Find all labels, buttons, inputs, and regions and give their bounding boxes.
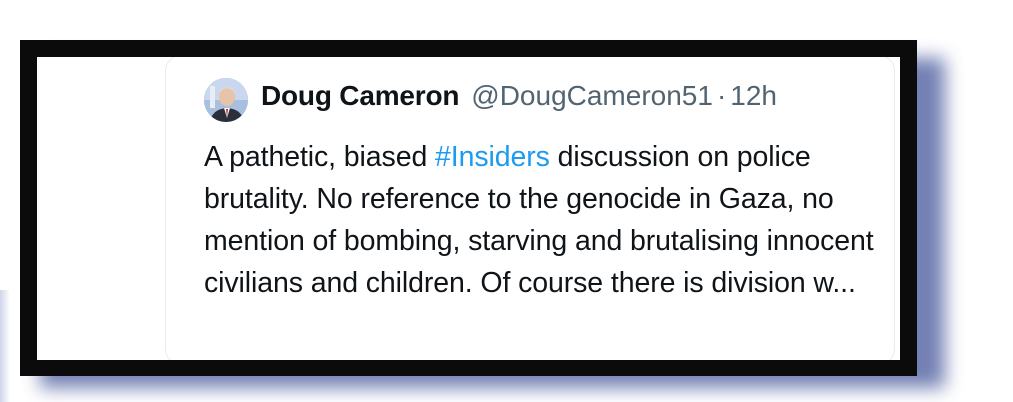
black-frame: Doug Cameron @DougCameron51 · 12h A path…: [20, 40, 917, 376]
hashtag-link[interactable]: #Insiders: [435, 141, 550, 173]
frame-inner: Doug Cameron @DougCameron51 · 12h A path…: [37, 57, 900, 360]
avatar-icon: [204, 78, 248, 122]
screenshot-stage: Doug Cameron @DougCameron51 · 12h A path…: [0, 0, 1013, 402]
tweet-text: A pathetic, biased #Insiders discussion …: [204, 136, 894, 304]
user-handle[interactable]: @DougCameron51: [471, 80, 713, 112]
tweet-card[interactable]: Doug Cameron @DougCameron51 · 12h A path…: [165, 57, 895, 360]
separator-dot: ·: [716, 80, 727, 111]
avatar[interactable]: [204, 78, 248, 122]
tweet-text-start: A pathetic, biased: [204, 141, 436, 173]
background-sliver: [0, 290, 10, 402]
timestamp[interactable]: 12h: [730, 80, 777, 112]
display-name[interactable]: Doug Cameron: [261, 80, 459, 112]
tweet-header: Doug Cameron @DougCameron51 · 12h: [261, 80, 777, 120]
